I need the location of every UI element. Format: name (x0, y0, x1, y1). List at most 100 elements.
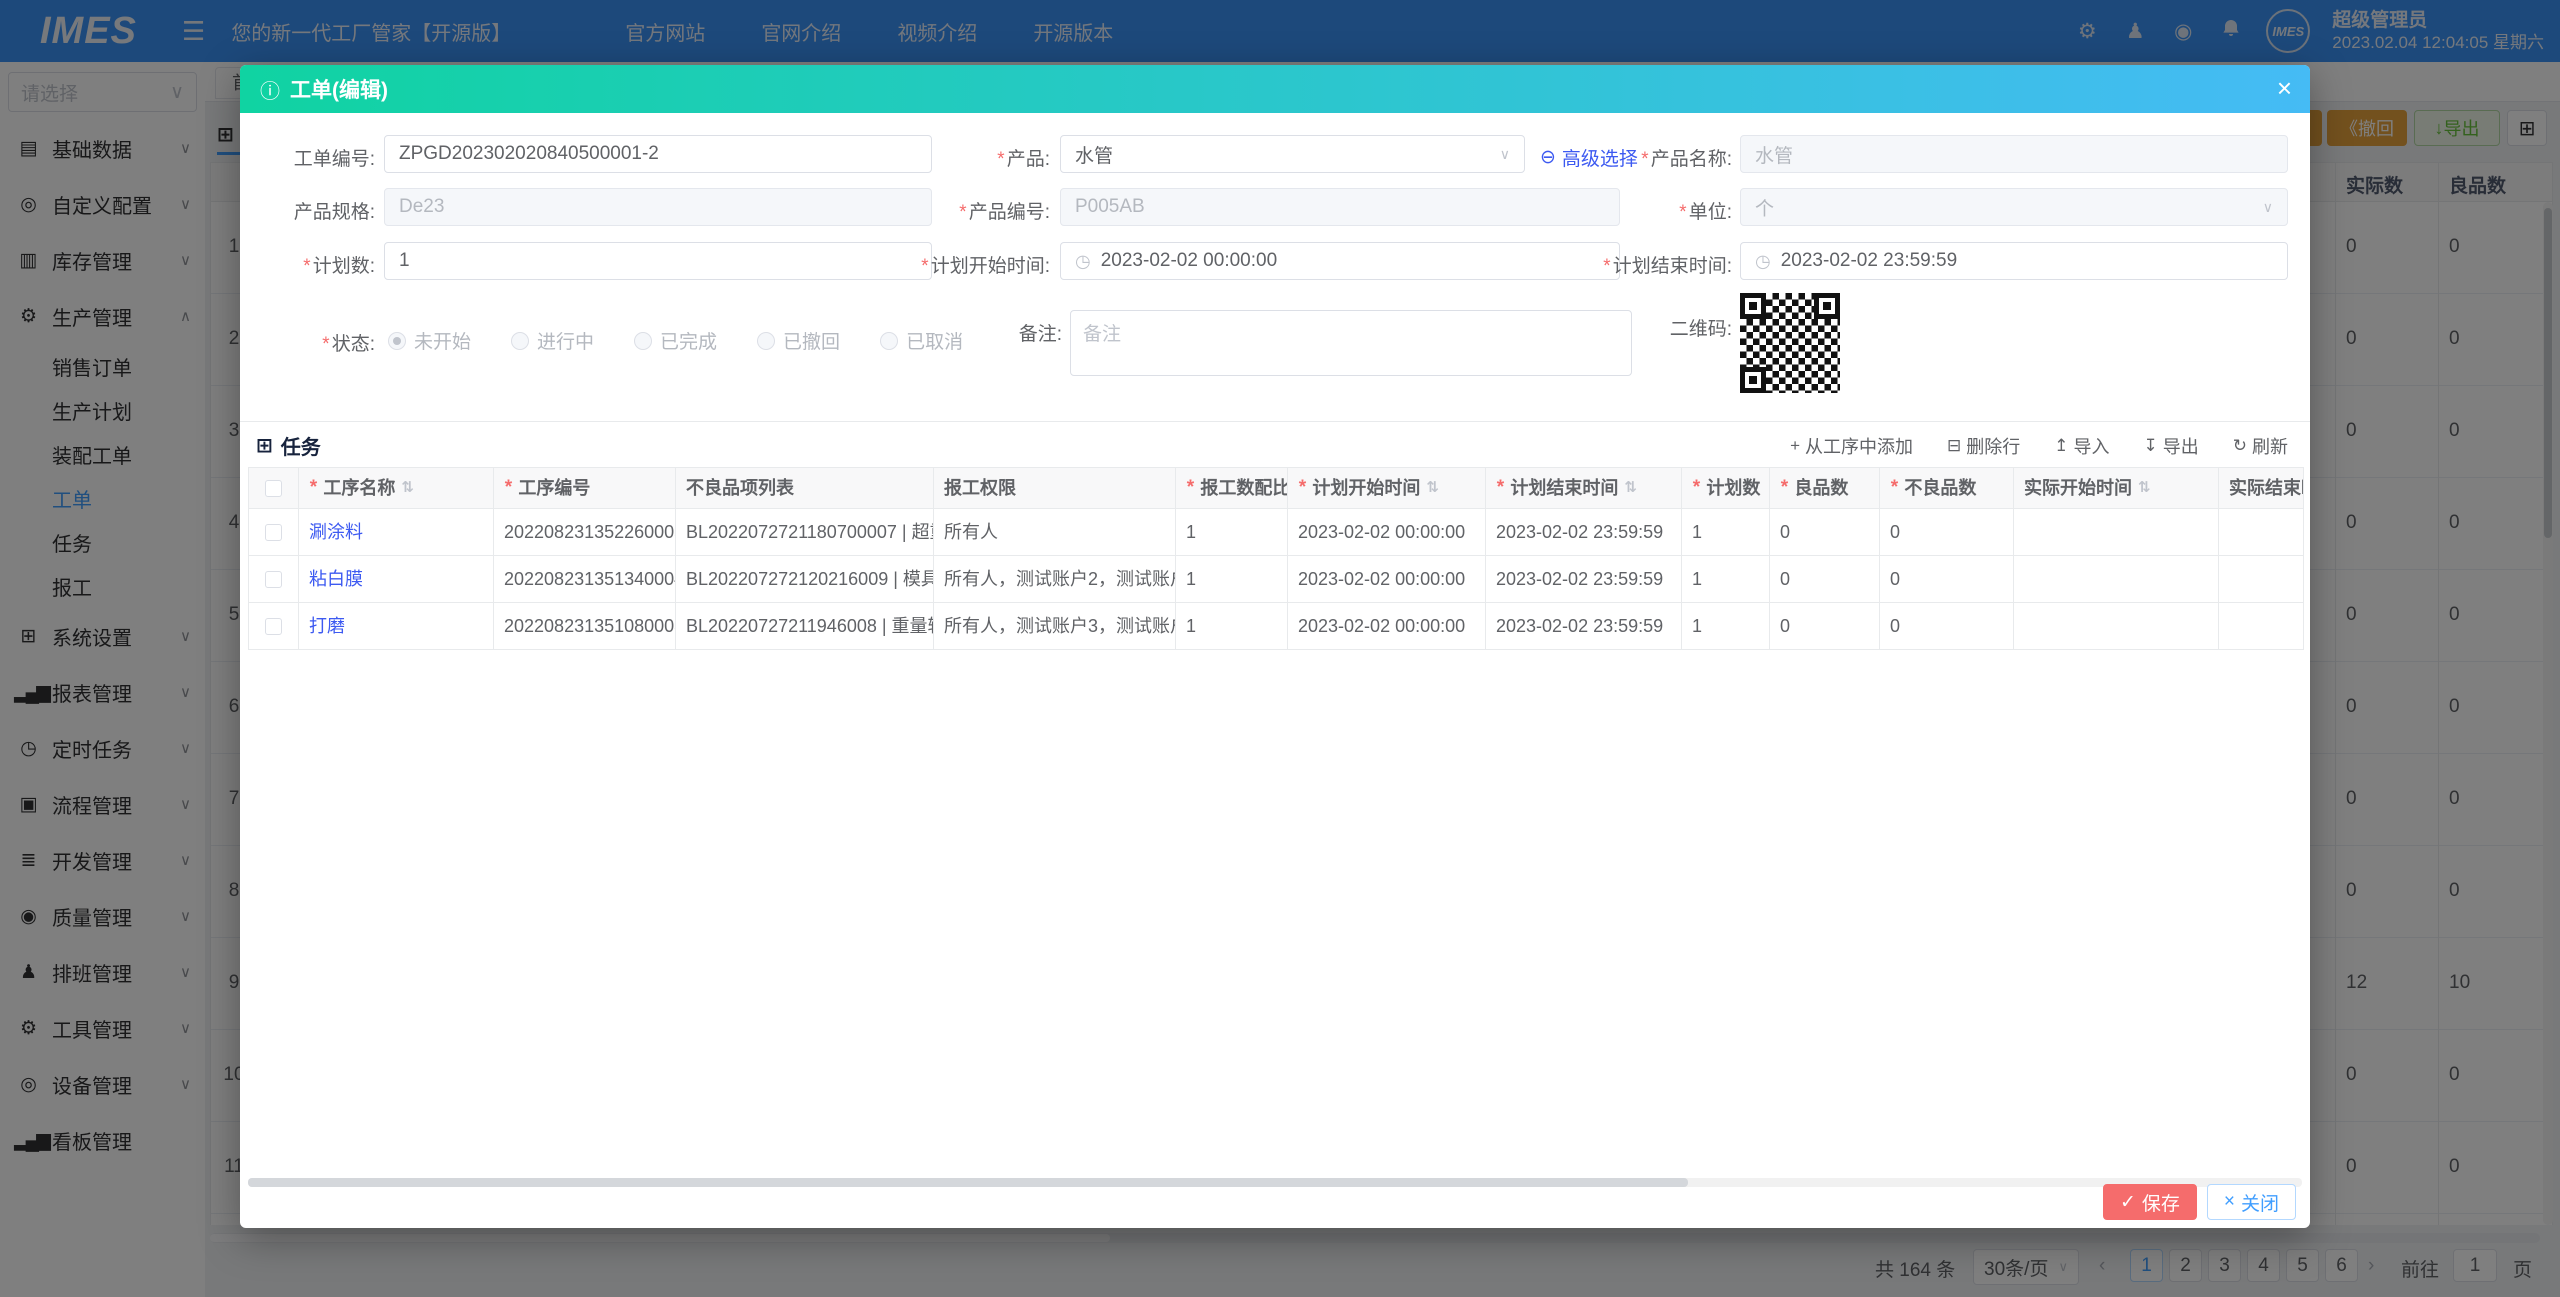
col-good-qty: 良品数 (1794, 478, 1849, 498)
qr-finder-square (1740, 293, 1766, 319)
product-select-value[interactable] (1075, 143, 1490, 165)
plan-end-field[interactable]: ◷ (1740, 242, 2288, 280)
remark-label: 备注: (1018, 324, 1062, 345)
task-row[interactable]: 粘白膜 202208231351340004 BL202207272120216… (249, 556, 2303, 603)
task-table: * 工序名称 ⇅ * 工序编号 不良品项列表 报工权限 * 报工数配比 * 计划开始时间 ⇅… (248, 467, 2304, 650)
task-toolbar: + 从工序中添加 ⊟ 删除行 ↥ 导入 ↧ 导出 ↻ 刷新 (1790, 433, 2288, 459)
radio-completed[interactable]: 已完成 (634, 327, 717, 354)
col-plan-start: 计划开始时间 (1312, 478, 1421, 498)
report-auth-cell: 所有人，测试账户2，测试账户3 (934, 556, 1176, 602)
order-no-label: 工单编号: (293, 149, 375, 170)
col-plan-end: 计划结束时间 (1510, 478, 1619, 498)
col-bad-qty: 不良品数 (1904, 478, 1977, 498)
col-plan-qty: 计划数 (1706, 478, 1761, 498)
select-all-checkbox[interactable] (265, 479, 282, 497)
process-code-cell: 202208231351080003 (494, 603, 676, 649)
report-ratio-cell: 1 (1176, 509, 1288, 555)
status-label: * 状态: (321, 334, 375, 355)
qr-finder-square (1814, 293, 1840, 319)
good-qty-cell: 0 (1770, 509, 1880, 555)
required-icon: * (1496, 477, 1504, 498)
plan-start-input[interactable] (1100, 250, 1605, 272)
radio-in-progress[interactable]: 进行中 (511, 327, 594, 354)
info-icon: ⓘ (260, 80, 280, 103)
radio-revoked[interactable]: 已撤回 (757, 327, 840, 354)
process-code-cell: 202208231352260005 (494, 509, 676, 555)
process-name-link[interactable]: 打磨 (309, 603, 345, 649)
delete-row-icon: ⊟ (1947, 436, 1962, 455)
plan-end-cell: 2023-02-02 23:59:59 (1486, 603, 1682, 649)
order-no-input[interactable] (399, 143, 917, 165)
section-divider (240, 421, 2310, 422)
plan-qty-input[interactable] (399, 250, 917, 272)
required-icon: * (302, 256, 310, 277)
unit-select-value (1755, 196, 2253, 218)
add-from-process-icon: + (1790, 436, 1800, 455)
required-icon: * (996, 149, 1004, 170)
product-code-field (1060, 188, 1620, 226)
bad-qty-cell: 0 (1880, 556, 2014, 602)
report-ratio-cell: 1 (1176, 603, 1288, 649)
defect-list-cell: BL20220727211946008 | 重量轻... (676, 603, 934, 649)
save-button[interactable]: ✓ 保存 (2102, 1184, 2197, 1220)
toolbar-button[interactable]: ⊟ 删除行 (1947, 433, 2020, 459)
plan-qty-cell: 1 (1682, 556, 1770, 602)
process-name-link[interactable]: 粘白膜 (309, 556, 363, 602)
required-icon: * (1186, 477, 1194, 498)
toolbar-button[interactable]: ↻ 刷新 (2233, 433, 2288, 459)
radio-icon (511, 331, 530, 350)
status-radio-group: 未开始 进行中 已完成 已撤回 已取消 (388, 327, 963, 354)
check-icon: ✓ (2119, 1191, 2136, 1213)
process-name-link[interactable]: 涮涂料 (309, 509, 363, 555)
required-icon: * (1640, 149, 1648, 170)
good-qty-cell: 0 (1770, 603, 1880, 649)
close-icon[interactable]: × (2277, 75, 2292, 101)
spec-input (399, 196, 917, 218)
toolbar-button-label: 刷新 (2252, 437, 2288, 457)
report-auth-cell: 所有人，测试账户3，测试账户2 (934, 603, 1176, 649)
toolbar-button[interactable]: + 从工序中添加 (1790, 433, 1913, 459)
screen: IMES ☰ 您的新一代工厂管家【开源版】 官方网站 官网介绍 视频介绍 开源版… (0, 0, 2560, 1297)
qr-code-image (1740, 293, 1840, 393)
actual-start-cell (2014, 509, 2219, 555)
defect-list-cell: BL202207272120216009 | 模具不... (676, 556, 934, 602)
col-process-code: 工序编号 (518, 478, 591, 498)
plan-end-cell: 2023-02-02 23:59:59 (1486, 556, 1682, 602)
radio-icon (634, 331, 653, 350)
radio-icon (880, 331, 899, 350)
plan-start-field[interactable]: ◷ (1060, 242, 1620, 280)
modal-footer: ✓ 保存 × 关闭 (2102, 1184, 2296, 1220)
modal-horizontal-scrollbar[interactable] (248, 1178, 2302, 1187)
row-checkbox[interactable] (265, 617, 282, 635)
task-row[interactable]: 涮涂料 202208231352260005 BL202207272118070… (249, 509, 2303, 556)
required-icon: * (1692, 477, 1700, 498)
remark-textarea[interactable]: 备注 (1070, 310, 1632, 376)
sort-icon: ⇅ (1426, 479, 1439, 496)
radio-not-started[interactable]: 未开始 (388, 327, 471, 354)
toolbar-button-label: 删除行 (1966, 437, 2021, 457)
qr-label: 二维码: (1669, 319, 1732, 340)
process-code-cell: 202208231351340004 (494, 556, 676, 602)
plan-end-input[interactable] (1780, 250, 2273, 272)
toolbar-button[interactable]: ↧ 导出 (2144, 433, 2199, 459)
product-name-field (1740, 135, 2288, 173)
good-qty-cell: 0 (1770, 556, 1880, 602)
spec-label: 产品规格: (293, 202, 375, 223)
required-icon: * (1602, 256, 1610, 277)
toolbar-button[interactable]: ↥ 导入 (2054, 433, 2109, 459)
radio-icon (388, 331, 406, 350)
sort-icon: ⇅ (1624, 479, 1637, 496)
required-icon: * (321, 334, 329, 355)
plan-qty-cell: 1 (1682, 603, 1770, 649)
row-checkbox[interactable] (265, 570, 282, 588)
row-checkbox[interactable] (265, 523, 282, 541)
product-select[interactable]: ∨ (1060, 135, 1525, 173)
clock-icon: ◷ (1075, 250, 1091, 271)
close-button[interactable]: × 关闭 (2206, 1184, 2296, 1220)
task-row[interactable]: 打磨 202208231351080003 BL2022072721194600… (249, 603, 2303, 649)
toolbar-button-label: 导入 (2073, 437, 2110, 457)
product-name-input (1755, 143, 2273, 165)
grid-icon: ⊞ (256, 435, 273, 457)
scrollbar-thumb[interactable] (248, 1178, 1688, 1187)
plan-start-cell: 2023-02-02 00:00:00 (1288, 556, 1486, 602)
